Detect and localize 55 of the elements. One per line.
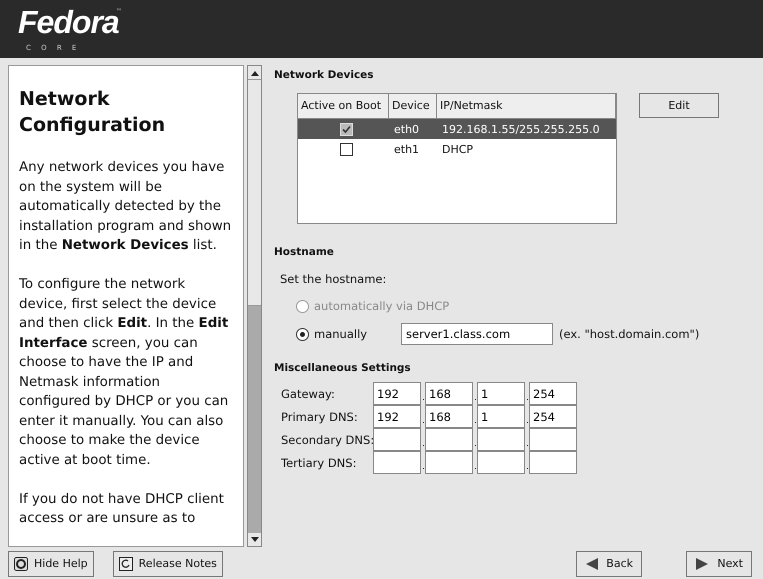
help-paragraph: To configure the network device, first select the device and then click Edit. In the Edit Interface screen, you can choose to have the IP and Netmask information configured by DHCP or you can enter it manually. You can also choose to make the device active at boot time. xyxy=(19,276,230,470)
notes-icon xyxy=(118,556,133,570)
column-header[interactable]: IP/Netmask xyxy=(437,94,616,118)
field-label: Secondary DNS: xyxy=(281,432,373,446)
section-heading: Miscellaneous Settings xyxy=(274,362,412,374)
octet-field[interactable] xyxy=(373,428,421,451)
next-arrow-icon xyxy=(695,556,709,570)
octet-field[interactable]: 192 xyxy=(373,382,421,405)
next-button[interactable]: Next xyxy=(686,550,752,576)
table-cell-text: 192.168.1.55/255.255.255.0 xyxy=(441,122,601,136)
octet-field[interactable]: 1 xyxy=(477,405,525,428)
help-title: Network Configuration xyxy=(19,87,166,138)
table-cell-text: eth1 xyxy=(393,142,420,156)
device-row[interactable]: eth1 DHCP xyxy=(298,139,616,159)
column-header[interactable]: Active on Boot xyxy=(298,94,389,118)
hostname-field[interactable]: server1.class.com xyxy=(401,323,553,345)
device-row[interactable]: eth0 192.168.1.55/255.255.255.0 xyxy=(298,119,616,139)
octet-field[interactable] xyxy=(529,451,577,474)
octet-field[interactable] xyxy=(425,451,473,474)
radio-button[interactable] xyxy=(296,328,309,340)
scrollbar[interactable] xyxy=(247,65,262,547)
back-arrow-icon xyxy=(585,556,599,570)
octet-field[interactable] xyxy=(529,428,577,451)
octet-field[interactable]: 168 xyxy=(425,382,473,405)
help-paragraph: Any network devices you have on the system will be automatically detected by the installation program and shown in the Network Devices list. xyxy=(19,159,232,255)
checkbox[interactable] xyxy=(340,142,352,156)
table-cell-text: eth0 xyxy=(393,122,420,136)
scrollbar-thumb[interactable] xyxy=(248,79,261,306)
back-button[interactable]: Back xyxy=(576,550,642,576)
section-heading: Network Devices xyxy=(274,69,375,81)
field-label: Gateway: xyxy=(281,386,336,400)
hostname-example: (ex. "host.domain.com") xyxy=(559,327,700,341)
hide-help-button[interactable]: Hide Help xyxy=(8,550,94,576)
octet-field[interactable] xyxy=(425,428,473,451)
octet-field[interactable]: 192 xyxy=(373,405,421,428)
octet-field[interactable]: 254 xyxy=(529,405,577,428)
octet-field[interactable]: 168 xyxy=(425,405,473,428)
scroll-down-icon[interactable] xyxy=(248,533,261,546)
hostname-prompt: Set the hostname: xyxy=(280,272,388,286)
help-icon xyxy=(14,556,28,570)
octet-field[interactable]: 254 xyxy=(529,382,577,405)
field-label: Tertiary DNS: xyxy=(281,456,358,470)
radio-label[interactable]: manually xyxy=(314,327,386,341)
column-header[interactable]: Device xyxy=(389,94,437,118)
octet-field[interactable] xyxy=(373,451,421,474)
section-heading: Hostname xyxy=(274,246,335,258)
help-paragraph: If you do not have DHCP client access or are unsure as to xyxy=(19,490,225,528)
octet-field[interactable]: 1 xyxy=(477,382,525,405)
table-cell-text: DHCP xyxy=(441,142,474,156)
release-notes-button[interactable]: Release Notes xyxy=(112,550,223,576)
field-label: Primary DNS: xyxy=(281,410,359,424)
edit-button[interactable]: Edit xyxy=(639,93,719,118)
scroll-up-icon[interactable] xyxy=(248,66,261,79)
octet-field[interactable] xyxy=(477,428,525,451)
octet-field[interactable] xyxy=(477,451,525,474)
